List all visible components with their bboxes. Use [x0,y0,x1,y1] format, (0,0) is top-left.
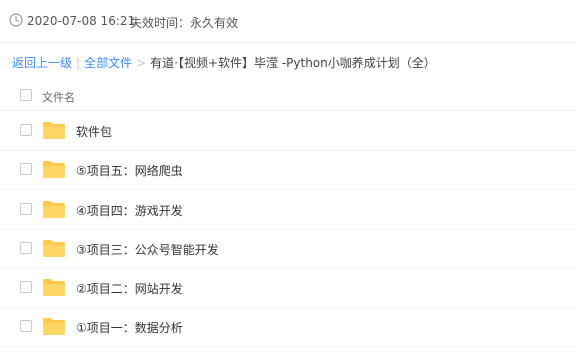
row-checkbox[interactable] [20,163,32,175]
file-name[interactable]: ②项目二：网站开发 [76,280,183,297]
folder-icon [43,122,65,139]
file-name[interactable]: ⑤项目五：网络爬虫 [76,162,183,179]
file-row[interactable]: ③项目三：公众号智能开发 [0,229,576,269]
breadcrumb: 返回上一级 | 全部文件 > 有道·【视频+软件】毕滢 -Python小咖养成计… [12,54,436,71]
clock-icon [9,13,23,27]
select-all-checkbox[interactable] [20,89,32,101]
breadcrumb-separator: | [76,55,81,70]
folder-icon [43,161,65,178]
share-date: 2020-07-08 16:21 [27,14,136,28]
file-name[interactable]: 软件包 [76,123,112,140]
column-filename: 文件名 [42,91,75,104]
file-row[interactable]: ②项目二：网站开发 [0,268,576,308]
share-meta-bar: 2020-07-08 16:21 失效时间：永久有效 [0,0,576,44]
divider [0,42,576,43]
file-row[interactable]: 软件包 [0,111,576,151]
row-checkbox[interactable] [20,242,32,254]
row-checkbox[interactable] [20,124,32,136]
all-files-link[interactable]: 全部文件 [84,54,132,71]
breadcrumb-current: 有道·【视频+软件】毕滢 -Python小咖养成计划（全） [150,56,436,70]
folder-icon [43,201,65,218]
file-list-header: 文件名 [0,80,576,111]
row-checkbox[interactable] [20,281,32,293]
file-row[interactable]: ①项目一：数据分析 [0,307,576,347]
row-checkbox[interactable] [20,203,32,215]
row-checkbox[interactable] [20,320,32,332]
folder-icon [43,279,65,296]
breadcrumb-separator: > [136,55,147,70]
file-row[interactable]: ⑤项目五：网络爬虫 [0,150,576,190]
back-link[interactable]: 返回上一级 [12,54,72,71]
expire-time: 失效时间：永久有效 [130,16,239,30]
file-name[interactable]: ④项目四：游戏开发 [76,202,183,219]
folder-icon [43,318,65,335]
file-name[interactable]: ①项目一：数据分析 [76,319,183,336]
folder-icon [43,240,65,257]
file-name[interactable]: ③项目三：公众号智能开发 [76,241,219,258]
file-row[interactable]: ④项目四：游戏开发 [0,190,576,230]
